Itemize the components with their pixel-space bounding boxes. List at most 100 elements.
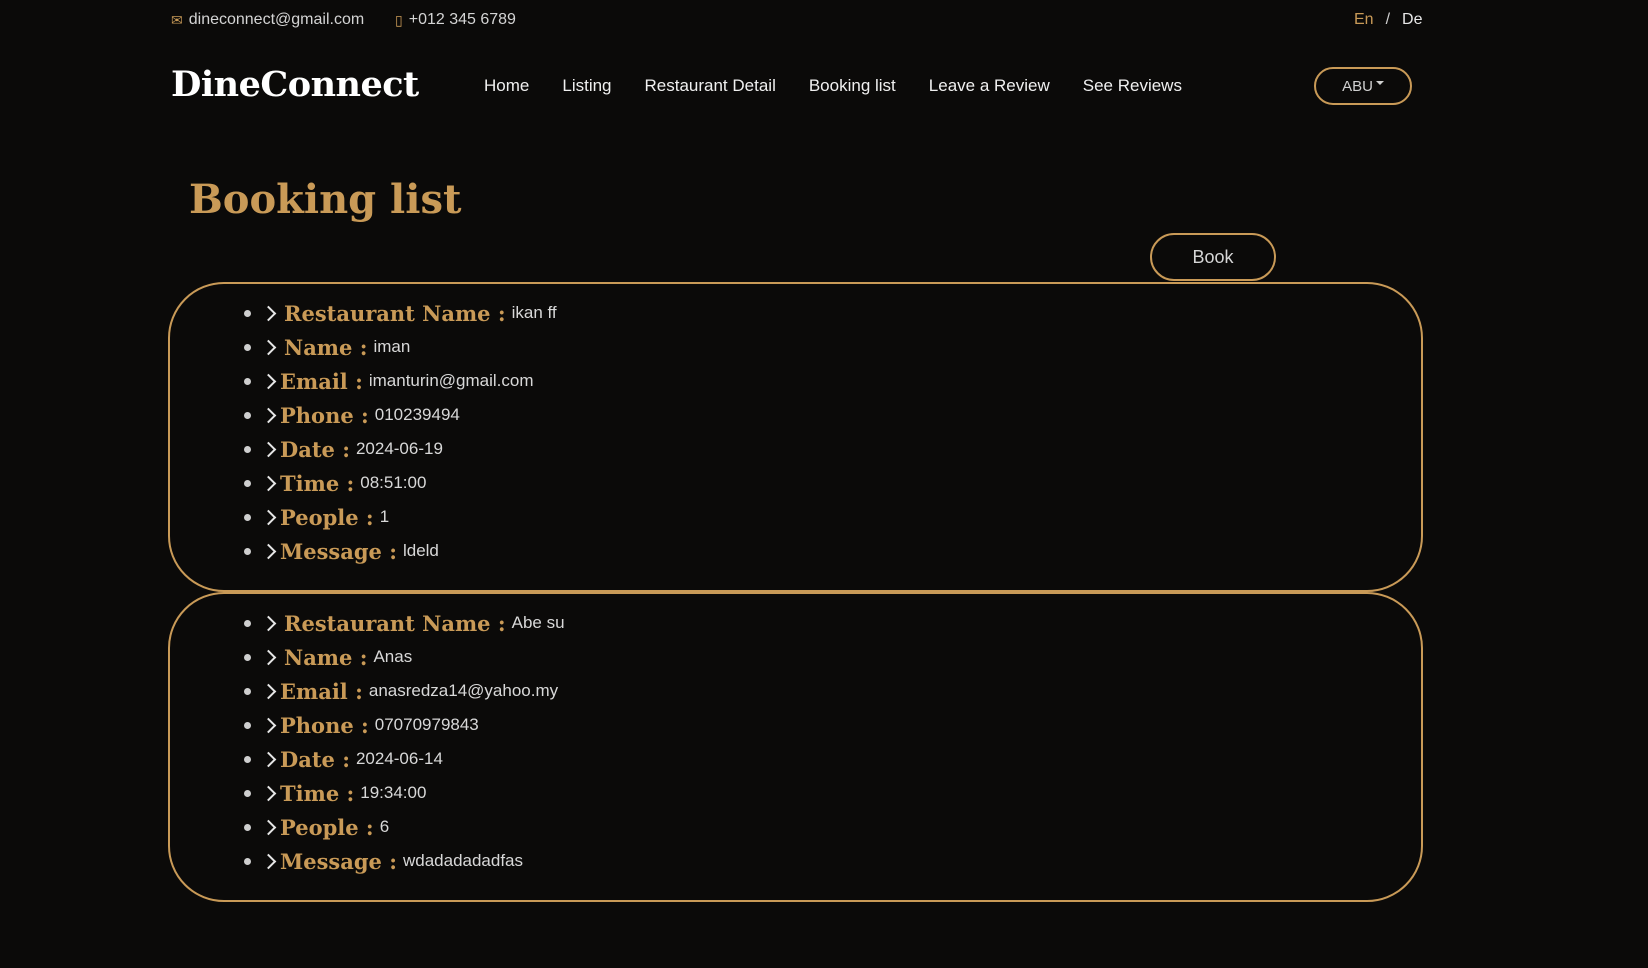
field-value: iman (373, 337, 411, 356)
bullet-icon (244, 377, 251, 385)
field-label: Phone : (280, 712, 369, 738)
user-menu-label: ABU (1342, 77, 1373, 95)
field-label: Restaurant Name : (284, 300, 506, 326)
chevron-right-icon (260, 819, 277, 835)
booking-details-list: Restaurant Name : ikan ff Name : iman Em… (244, 296, 557, 568)
field-value: ikan ff (511, 303, 557, 322)
field-value: 1 (379, 507, 390, 526)
field-value: 07070979843 (374, 715, 479, 734)
chevron-right-icon (260, 441, 277, 457)
chevron-right-icon (260, 543, 277, 559)
field-value: imanturin@gmail.com (368, 371, 534, 390)
bullet-icon (244, 755, 251, 763)
field-value: ldeld (402, 541, 439, 560)
booking-field-phone: Phone : 07070979843 (244, 708, 565, 742)
caret-down-icon (1375, 81, 1384, 85)
bullet-icon (244, 687, 251, 695)
nav-booking-list[interactable]: Booking list (809, 76, 896, 96)
chevron-right-icon (260, 853, 277, 869)
bullet-icon (244, 823, 251, 831)
booking-field-date: Date : 2024-06-14 (244, 742, 565, 776)
bullet-icon (244, 653, 251, 661)
field-label: Name : (284, 644, 368, 670)
nav-home[interactable]: Home (484, 76, 529, 96)
chevron-right-icon (260, 407, 277, 423)
booking-field-people: People : 6 (244, 810, 565, 844)
field-label: Email : (280, 368, 363, 394)
booking-field-name: Name : iman (244, 330, 557, 364)
bullet-icon (244, 721, 251, 729)
field-label: Time : (280, 470, 355, 496)
booking-field-name: Name : Anas (244, 640, 565, 674)
booking-field-restaurant: Restaurant Name : ikan ff (244, 296, 557, 330)
lang-en-link[interactable]: En (1354, 11, 1374, 29)
chevron-right-icon (260, 339, 277, 355)
nav-restaurant-detail[interactable]: Restaurant Detail (645, 76, 776, 96)
bullet-icon (244, 619, 251, 627)
language-switcher: En / De (1354, 11, 1422, 29)
field-value: 2024-06-14 (355, 749, 443, 768)
field-value: wdadadadadfas (402, 851, 524, 870)
chevron-right-icon (260, 475, 277, 491)
field-label: People : (280, 504, 374, 530)
contact-phone[interactable]: ▯ +012 345 6789 (395, 11, 516, 29)
bullet-icon (244, 343, 251, 351)
field-value: anasredza14@yahoo.my (368, 681, 559, 700)
chevron-right-icon (260, 509, 277, 525)
booking-field-message: Message : ldeld (244, 534, 557, 568)
lang-de-link[interactable]: De (1402, 11, 1422, 29)
field-label: Message : (280, 538, 397, 564)
user-menu-button[interactable]: ABU (1314, 67, 1412, 105)
booking-field-email: Email : imanturin@gmail.com (244, 364, 557, 398)
booking-field-phone: Phone : 010239494 (244, 398, 557, 432)
bullet-icon (244, 547, 251, 555)
nav-see-reviews[interactable]: See Reviews (1083, 76, 1182, 96)
chevron-right-icon (260, 615, 277, 631)
booking-details-list: Restaurant Name : Abe su Name : Anas Ema… (244, 606, 565, 878)
booking-field-restaurant: Restaurant Name : Abe su (244, 606, 565, 640)
field-value: 6 (379, 817, 390, 836)
field-label: Restaurant Name : (284, 610, 506, 636)
field-label: Phone : (280, 402, 369, 428)
nav-leave-review[interactable]: Leave a Review (929, 76, 1050, 96)
booking-card: Restaurant Name : Abe su Name : Anas Ema… (168, 592, 1423, 902)
field-value: 2024-06-19 (355, 439, 443, 458)
booking-field-time: Time : 19:34:00 (244, 776, 565, 810)
mobile-phone-icon: ▯ (395, 11, 403, 28)
chevron-right-icon (260, 305, 277, 321)
field-value: 08:51:00 (360, 473, 427, 492)
chevron-right-icon (260, 785, 277, 801)
field-label: Email : (280, 678, 363, 704)
field-value: Abe su (511, 613, 565, 632)
chevron-right-icon (260, 373, 277, 389)
page-title: Booking list (189, 176, 462, 223)
top-bar: ✉ dineconnect@gmail.com ▯ +012 345 6789 … (0, 0, 1648, 42)
booking-field-message: Message : wdadadadadfas (244, 844, 565, 878)
chevron-right-icon (260, 649, 277, 665)
field-value: 010239494 (374, 405, 460, 424)
book-button[interactable]: Book (1150, 233, 1276, 281)
bullet-icon (244, 479, 251, 487)
bullet-icon (244, 857, 251, 865)
contact-email-text: dineconnect@gmail.com (188, 11, 365, 28)
envelope-icon: ✉ (171, 11, 183, 28)
contact-email[interactable]: ✉ dineconnect@gmail.com (171, 11, 364, 29)
main-nav: Home Listing Restaurant Detail Booking l… (484, 76, 1215, 96)
brand-logo[interactable]: DineConnect (171, 64, 419, 105)
field-label: People : (280, 814, 374, 840)
field-value: 19:34:00 (360, 783, 427, 802)
field-label: Name : (284, 334, 368, 360)
chevron-right-icon (260, 717, 277, 733)
bullet-icon (244, 309, 251, 317)
booking-field-people: People : 1 (244, 500, 557, 534)
field-label: Date : (280, 746, 350, 772)
booking-field-email: Email : anasredza14@yahoo.my (244, 674, 565, 708)
contact-phone-text: +012 345 6789 (408, 11, 516, 28)
field-value: Anas (373, 647, 413, 666)
bullet-icon (244, 513, 251, 521)
field-label: Message : (280, 848, 397, 874)
nav-listing[interactable]: Listing (562, 76, 611, 96)
field-label: Date : (280, 436, 350, 462)
booking-field-time: Time : 08:51:00 (244, 466, 557, 500)
bullet-icon (244, 411, 251, 419)
